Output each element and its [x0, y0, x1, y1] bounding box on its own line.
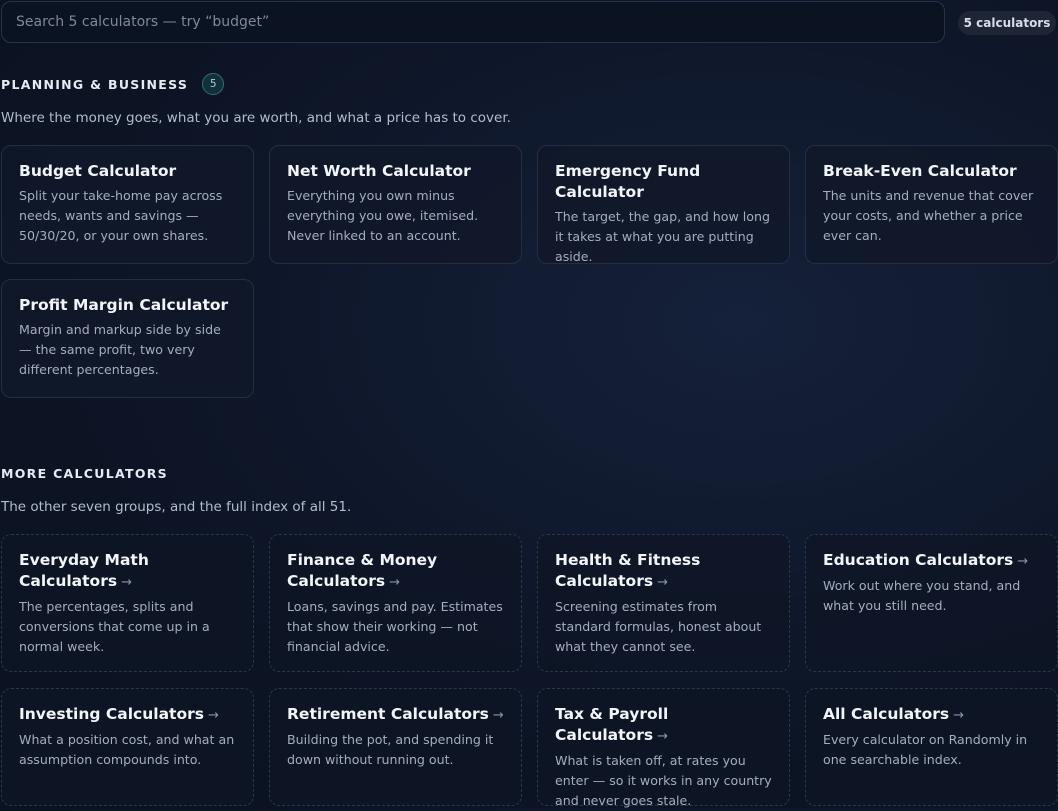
card-description: Margin and markup side by side — the sam…	[19, 322, 221, 377]
card-everyday-math-calculators[interactable]: Everyday Math Calculators → The percentag…	[1, 534, 254, 672]
card-finance-money-calculators[interactable]: Finance & Money Calculators → Loans, savi…	[269, 534, 522, 672]
card-description: Building the pot, and spending it down w…	[287, 732, 494, 767]
card-title: Net Worth Calculator	[287, 162, 471, 180]
card-title: Investing Calculators →	[19, 705, 219, 723]
card-title: Profit Margin Calculator	[19, 296, 229, 314]
card-description: What is taken off, at rates you enter — …	[555, 753, 772, 808]
card-profit-margin-calculator[interactable]: Profit Margin Calculator Margin and mark…	[1, 279, 254, 398]
card-description: Everything you own minus everything you …	[287, 188, 479, 243]
planning-count-badge: 5	[202, 73, 225, 95]
card-retirement-calculators[interactable]: Retirement Calculators → Building the pot…	[269, 688, 522, 806]
card-all-calculators[interactable]: All Calculators → Every calculator on Ran…	[805, 688, 1058, 806]
card-title: All Calculators →	[823, 705, 964, 723]
search-input[interactable]	[1, 1, 945, 43]
card-title: Health & Fitness Calculators →	[555, 551, 701, 590]
card-investing-calculators[interactable]: Investing Calculators → What a position c…	[1, 688, 254, 806]
card-title: Retirement Calculators →	[287, 705, 504, 723]
card-title: Break-Even Calculator	[823, 162, 1017, 180]
card-budget-calculator[interactable]: Budget Calculator Split your take-home p…	[1, 145, 254, 264]
calculator-count-badge: 5 calculators	[958, 11, 1056, 35]
card-description: Screening estimates from standard formul…	[555, 599, 762, 654]
card-description: Loans, savings and pay. Estimates that s…	[287, 599, 503, 654]
card-description: What a position cost, and what an assump…	[19, 732, 235, 767]
card-title: Finance & Money Calculators →	[287, 551, 438, 590]
card-title: Education Calculators →	[823, 551, 1029, 569]
arrow-right-icon: →	[657, 729, 668, 744]
arrow-right-icon: →	[492, 708, 504, 723]
card-tax-payroll-calculators[interactable]: Tax & Payroll Calculators → What is taken…	[537, 688, 790, 808]
planning-section-description: Where the money goes, what you are worth…	[1, 110, 511, 126]
card-title: Budget Calculator	[19, 162, 177, 180]
card-education-calculators[interactable]: Education Calculators → Work out where yo…	[805, 534, 1058, 672]
card-description: Split your take-home pay across needs, w…	[19, 188, 223, 243]
card-break-even-calculator[interactable]: Break-Even Calculator The units and reve…	[805, 145, 1058, 264]
card-net-worth-calculator[interactable]: Net Worth Calculator Everything you own …	[269, 145, 522, 264]
card-description: The target, the gap, and how long it tak…	[555, 209, 770, 264]
card-description: The units and revenue that cover your co…	[823, 188, 1034, 243]
more-section-header: MORE CALCULATORS	[1, 466, 168, 481]
card-title: Emergency Fund Calculator	[555, 162, 701, 201]
card-description: Every calculator on Randomly in one sear…	[823, 732, 1028, 767]
arrow-right-icon: →	[389, 575, 400, 590]
card-description: Work out where you stand, and what you s…	[823, 578, 1021, 613]
card-emergency-fund-calculator[interactable]: Emergency Fund Calculator The target, th…	[537, 145, 790, 264]
arrow-right-icon: →	[953, 708, 964, 723]
card-description: The percentages, splits and conversions …	[19, 599, 210, 654]
arrow-right-icon: →	[1017, 554, 1029, 569]
card-title: Everyday Math Calculators →	[19, 551, 149, 590]
card-health-fitness-calculators[interactable]: Health & Fitness Calculators → Screening …	[537, 534, 790, 672]
more-section-description: The other seven groups, and the full ind…	[1, 499, 352, 515]
card-title: Tax & Payroll Calculators →	[555, 705, 669, 744]
planning-section-title: PLANNING & BUSINESS	[1, 76, 189, 92]
arrow-right-icon: →	[121, 575, 132, 590]
more-section-title: MORE CALCULATORS	[1, 466, 168, 481]
arrow-right-icon: →	[207, 708, 219, 723]
top-bar: 5 calculators	[0, 1, 1058, 45]
planning-section-header: PLANNING & BUSINESS 5	[1, 73, 225, 95]
arrow-right-icon: →	[657, 575, 668, 590]
